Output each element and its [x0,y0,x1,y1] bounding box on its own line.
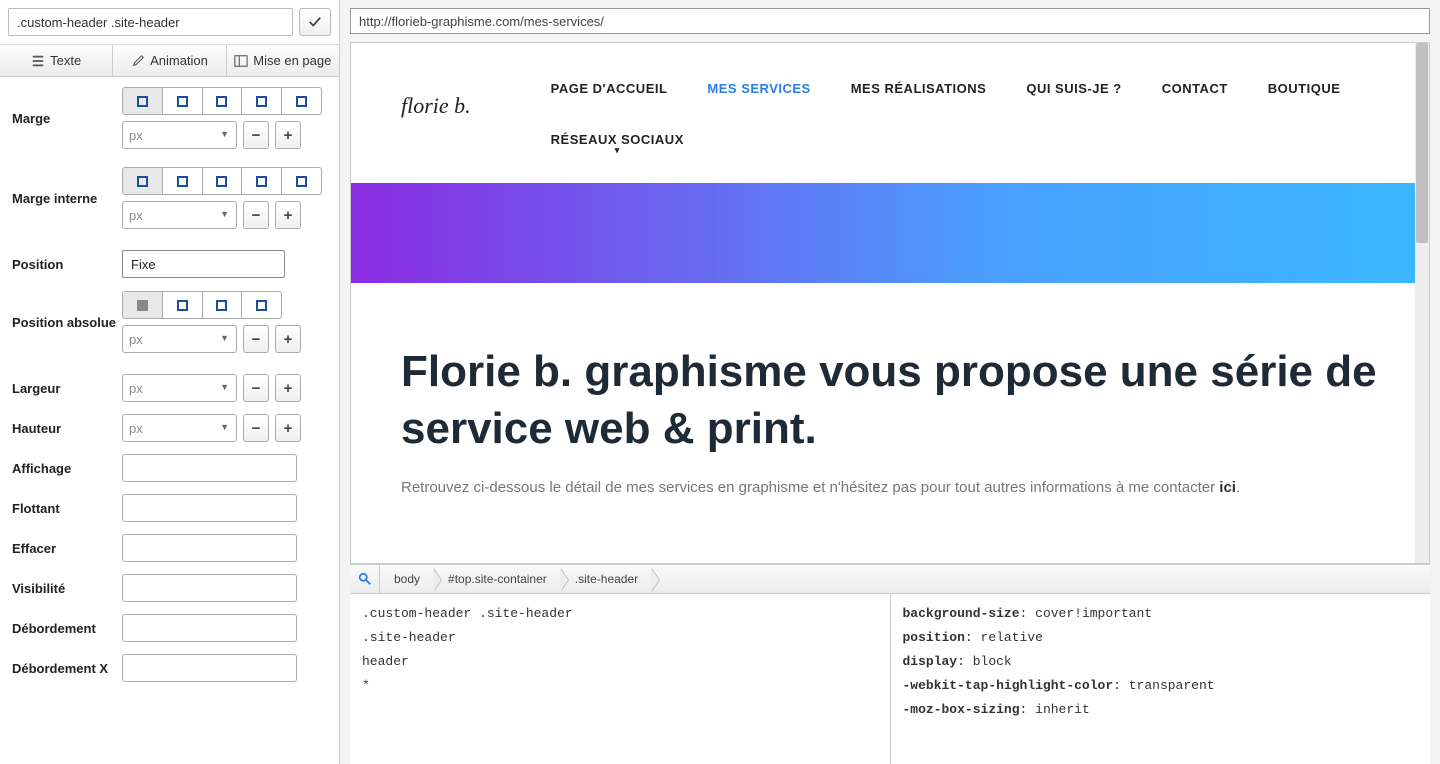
tab-label: Mise en page [253,53,331,68]
tab-animation[interactable]: Animation [113,45,226,76]
preview-scrollbar[interactable] [1415,43,1429,563]
nav-contact[interactable]: CONTACT [1142,63,1248,114]
nav-home[interactable]: PAGE D'ACCUEIL [531,63,688,114]
label-overflow-x: Débordement X [12,661,122,676]
abs-plus[interactable]: + [275,325,301,353]
abs-unit[interactable]: px [122,325,237,353]
properties-panel: Texte Animation Mise en page Marge [0,0,340,764]
nav-about[interactable]: QUI SUIS-JE ? [1006,63,1141,114]
label-visibility: Visibilité [12,581,122,596]
hero-subtitle: Retrouvez ci-dessous le détail de mes se… [401,479,1379,496]
site-nav: PAGE D'ACCUEIL MES SERVICES MES RÉALISAT… [531,63,1379,174]
width-minus[interactable]: − [243,374,269,402]
abs-minus[interactable]: − [243,325,269,353]
hero-link-ici[interactable]: ici [1219,479,1236,496]
nav-services[interactable]: MES SERVICES [687,63,830,114]
position-input[interactable] [122,250,285,278]
label-overflow: Débordement [12,621,122,636]
nav-realisations[interactable]: MES RÉALISATIONS [831,63,1007,114]
nav-social[interactable]: RÉSEAUX SOCIAUX [531,114,704,174]
height-unit[interactable]: px [122,414,237,442]
declarations[interactable]: background-size: cover!important positio… [891,594,1431,764]
label-display: Affichage [12,461,122,476]
label-marge: Marge [12,111,122,126]
preview-frame: florie b. PAGE D'ACCUEIL MES SERVICES ME… [350,42,1430,564]
visibility-input[interactable] [122,574,297,602]
rule-list[interactable]: .custom-header .site-header .site-header… [350,594,891,764]
hero-band [351,183,1429,283]
eyedropper-icon [131,54,145,68]
label-padding: Marge interne [12,191,122,206]
overflow-input[interactable] [122,614,297,642]
margin-plus[interactable]: + [275,121,301,149]
tab-label: Texte [50,53,81,68]
overflow-x-input[interactable] [122,654,297,682]
label-width: Largeur [12,381,122,396]
padding-minus[interactable]: − [243,201,269,229]
label-float: Flottant [12,501,122,516]
padding-unit[interactable]: px [122,201,237,229]
check-icon [308,15,322,29]
confirm-selector-button[interactable] [299,8,331,36]
tab-texte[interactable]: Texte [0,45,113,76]
abs-sides[interactable] [122,291,282,319]
css-inspector: .custom-header .site-header .site-header… [350,594,1430,764]
breadcrumb-item[interactable]: .site-header [561,565,652,593]
margin-sides[interactable] [122,87,322,115]
hero-title: Florie b. graphisme vous propose une sér… [401,343,1379,457]
site-logo: florie b. [401,93,471,119]
inspect-button[interactable] [350,565,380,593]
width-plus[interactable]: + [275,374,301,402]
selector-input[interactable] [8,8,293,36]
clear-input[interactable] [122,534,297,562]
label-height: Hauteur [12,421,122,436]
label-clear: Effacer [12,541,122,556]
height-minus[interactable]: − [243,414,269,442]
display-input[interactable] [122,454,297,482]
padding-plus[interactable]: + [275,201,301,229]
breadcrumb-item[interactable]: body [380,565,434,593]
label-position-abs: Position absolue [12,315,122,330]
nav-boutique[interactable]: BOUTIQUE [1248,63,1361,114]
layout-icon [234,54,248,68]
float-input[interactable] [122,494,297,522]
tab-label: Animation [150,53,208,68]
margin-minus[interactable]: − [243,121,269,149]
width-unit[interactable]: px [122,374,237,402]
label-position: Position [12,257,122,272]
height-plus[interactable]: + [275,414,301,442]
dom-breadcrumb: body #top.site-container .site-header [350,564,1430,594]
margin-unit[interactable]: px [122,121,237,149]
tab-layout[interactable]: Mise en page [227,45,339,76]
url-input[interactable] [350,8,1430,34]
padding-sides[interactable] [122,167,322,195]
breadcrumb-item[interactable]: #top.site-container [434,565,561,593]
search-icon [358,572,372,586]
hamburger-icon [31,54,45,68]
